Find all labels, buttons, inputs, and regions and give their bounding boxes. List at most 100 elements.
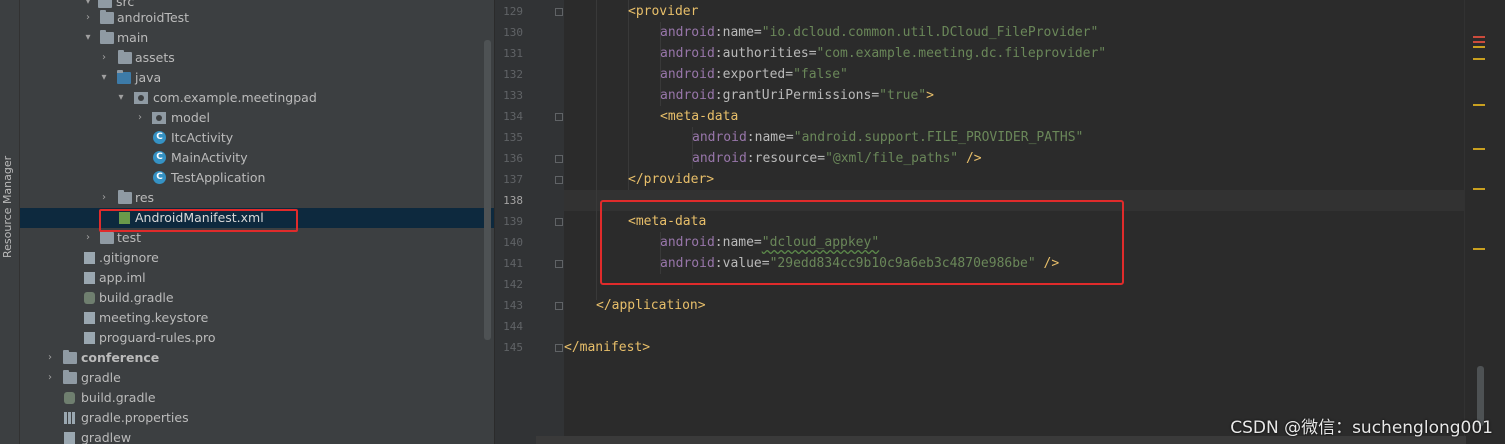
tree-item-model[interactable]: › model [20,108,494,128]
tree-item-label: model [171,110,210,125]
warning-mark[interactable] [1473,248,1485,250]
code-line-129: <provider [628,4,699,19]
fold-marker-icon[interactable] [555,8,563,16]
line-number: 142 [503,278,523,291]
tree-item-androidtest[interactable]: › androidTest [20,8,494,28]
tree-scrollbar[interactable] [484,40,491,340]
chevron-right-icon[interactable]: › [98,188,110,208]
line-number: 145 [503,341,523,354]
text-file-icon [84,332,95,344]
tree-item-gradlew[interactable]: gradlew [20,428,494,444]
chevron-right-icon[interactable]: › [44,368,56,388]
tree-item-res[interactable]: › res [20,188,494,208]
fold-marker-icon[interactable] [555,176,563,184]
chevron-right-icon[interactable]: › [98,48,110,68]
properties-file-icon [64,412,75,424]
code-line-137: </provider> [628,172,715,187]
error-stripe[interactable] [1464,0,1505,444]
tree-item-build-gradle[interactable]: build.gradle [20,288,494,308]
line-number: 130 [503,26,523,39]
tree-item-mainactivity[interactable]: C MainActivity [20,148,494,168]
code-line-130: android:name="io.dcloud.common.util.DClo… [660,25,1099,40]
tree-item-label: app.iml [99,270,146,285]
res-folder-icon [118,190,132,204]
chevron-down-icon[interactable]: ▾ [115,88,127,108]
tree-item-gradle-properties[interactable]: gradle.properties [20,408,494,428]
tree-item-gradle-folder[interactable]: › gradle [20,368,494,388]
tree-item-label: gradle [81,370,121,385]
chevron-right-icon[interactable]: › [82,8,94,28]
code-line-136: android:resource="@xml/file_paths" /> [692,151,982,166]
chevron-right-icon[interactable]: › [44,348,56,368]
package-icon [134,92,148,104]
script-file-icon [64,432,75,444]
fold-marker-icon[interactable] [555,218,563,226]
fold-marker-icon[interactable] [555,344,563,352]
line-number-gutter: 129 130 131 132 133 134 135 136 137 138 … [494,0,565,444]
line-number: 129 [503,5,523,18]
line-number: 131 [503,47,523,60]
chevron-down-icon[interactable]: ▾ [82,28,94,48]
tree-item-label: java [135,70,162,85]
chevron-right-icon[interactable]: › [82,228,94,248]
folder-icon [100,30,114,44]
chevron-right-icon[interactable]: › [134,108,146,128]
source-folder-icon [117,70,131,84]
highlight-box-manifest [99,209,298,232]
tree-item-label: .gitignore [99,250,159,265]
line-number: 135 [503,131,523,144]
fold-marker-icon[interactable] [555,302,563,310]
fold-marker-icon[interactable] [555,155,563,163]
tree-item-itcactivity[interactable]: C ItcActivity [20,128,494,148]
line-number: 136 [503,152,523,165]
tree-item-main[interactable]: ▾ main [20,28,494,48]
error-mark[interactable] [1473,41,1485,43]
line-number: 137 [503,173,523,186]
warning-mark[interactable] [1473,58,1485,60]
highlight-box-meta-data [600,200,1124,285]
code-line-145: </manifest> [564,340,651,355]
tree-item-app-iml[interactable]: app.iml [20,268,494,288]
line-number: 143 [503,299,523,312]
folder-icon [100,10,114,24]
fold-marker-icon[interactable] [555,113,563,121]
code-line-132: android:exported="false" [660,67,848,82]
tree-item-label: MainActivity [171,150,248,165]
chevron-down-icon[interactable]: ▾ [98,68,110,88]
tree-item-proguard[interactable]: proguard-rules.pro [20,328,494,348]
tree-item-label: meeting.keystore [99,310,209,325]
module-folder-icon [63,350,77,364]
warning-mark[interactable] [1473,46,1485,48]
warning-mark[interactable] [1473,148,1485,150]
error-mark[interactable] [1473,36,1485,38]
watermark: CSDN @微信：suchenglong001 [1230,418,1493,438]
folder-icon [98,0,112,8]
tree-item-keystore[interactable]: meeting.keystore [20,308,494,328]
tree-item-label: assets [135,50,175,65]
fold-marker-icon[interactable] [555,260,563,268]
gradle-icon [64,392,75,404]
resource-manager-tab[interactable]: Resource Manager [1,128,19,258]
tree-item-testapplication[interactable]: C TestApplication [20,168,494,188]
line-number: 132 [503,68,523,81]
warning-mark[interactable] [1473,188,1485,190]
tree-item-java[interactable]: ▾ java [20,68,494,88]
tree-item-package[interactable]: ▾ com.example.meetingpad [20,88,494,108]
tree-item-label: gradlew [81,430,132,444]
tree-item-root-build-gradle[interactable]: build.gradle [20,388,494,408]
tree-item-conference[interactable]: › conference [20,348,494,368]
module-file-icon [84,272,95,284]
line-number: 133 [503,89,523,102]
tree-item-label: proguard-rules.pro [99,330,216,345]
indent-guide [596,0,597,300]
assets-folder-icon [118,50,132,64]
file-icon [84,252,95,264]
indent-guide [628,0,629,190]
tree-item-gitignore[interactable]: .gitignore [20,248,494,268]
line-number: 134 [503,110,523,123]
tree-item-assets[interactable]: › assets [20,48,494,68]
line-number: 140 [503,236,523,249]
warning-mark[interactable] [1473,104,1485,106]
tree-item-label: TestApplication [171,170,266,185]
tree-item-label: main [117,30,149,45]
